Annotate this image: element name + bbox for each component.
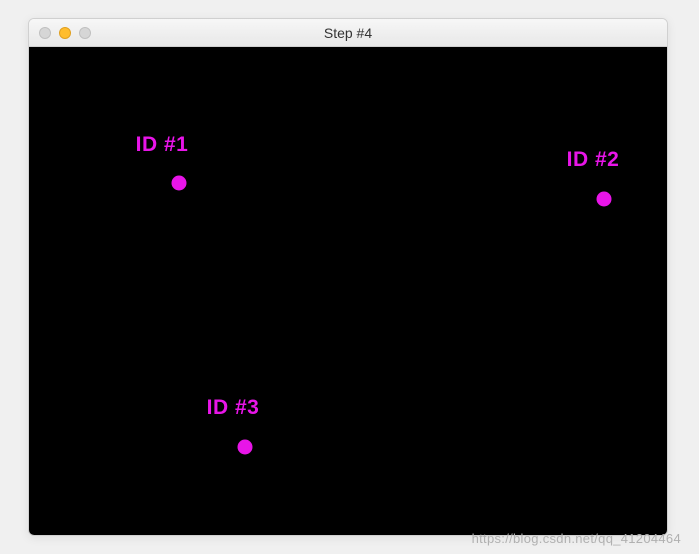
tracked-point [238,440,252,454]
point-label: ID #3 [207,396,260,420]
window-controls [39,27,91,39]
canvas-area: ID #1 ID #2 ID #3 [29,47,667,535]
app-window: Step #4 ID #1 ID #2 ID #3 [28,18,668,536]
tracked-point [172,176,186,190]
point-label: ID #2 [567,148,620,172]
watermark-text: https://blog.csdn.net/qq_41204464 [472,531,681,546]
maximize-button[interactable] [79,27,91,39]
minimize-button[interactable] [59,27,71,39]
titlebar[interactable]: Step #4 [29,19,667,47]
point-label: ID #1 [136,133,189,157]
window-title: Step #4 [29,25,667,41]
tracked-point [597,192,611,206]
close-button[interactable] [39,27,51,39]
